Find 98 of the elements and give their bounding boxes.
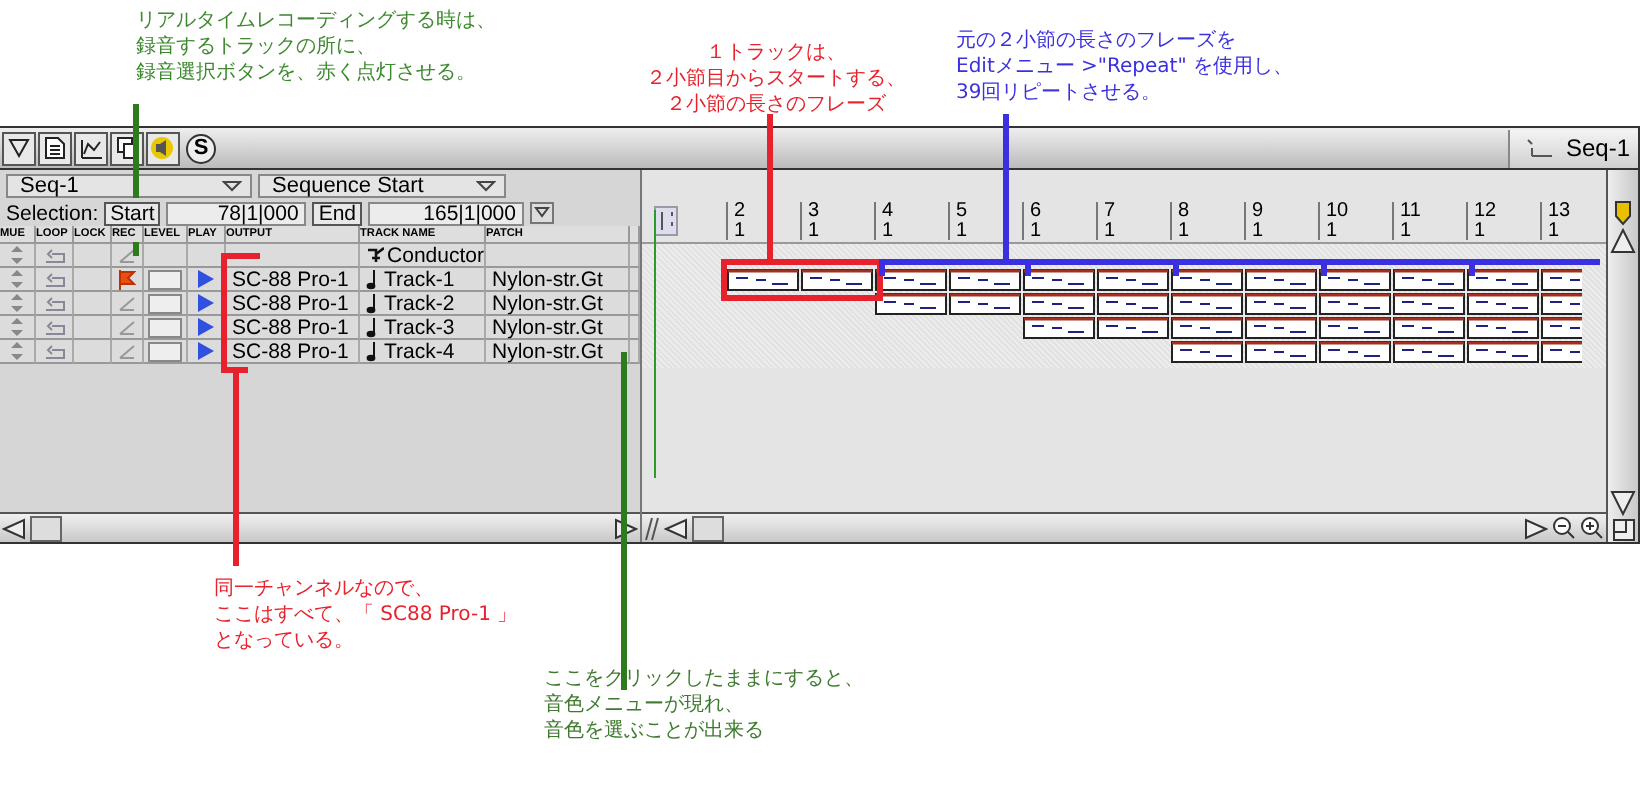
mute-toggle-icon[interactable] [10, 342, 24, 360]
annotation-text: 元の２小節の長さのフレーズを [956, 28, 1238, 54]
mute-toggle-icon[interactable] [10, 318, 24, 336]
record-toggle-icon[interactable] [118, 342, 136, 360]
track-name[interactable]: Track-1 [384, 267, 455, 291]
right-arrow-icon[interactable] [614, 517, 638, 539]
loop-icon[interactable] [43, 343, 65, 359]
dropdown-icon[interactable] [530, 202, 554, 225]
menu-value: Sequence Start [272, 174, 424, 199]
output-name[interactable]: SC-88 Pro-1 [232, 315, 349, 339]
output-name[interactable]: SC-88 Pro-1 [232, 291, 349, 315]
measure-label: 12 1 [1466, 202, 1497, 240]
measure-label: 9 1 [1244, 202, 1264, 240]
record-toggle-icon[interactable] [118, 246, 136, 264]
loop-icon[interactable] [43, 271, 65, 287]
start-button[interactable]: Start [104, 201, 161, 226]
measure-label: 4 1 [874, 202, 894, 240]
window-title: Seq-1 [1565, 134, 1630, 162]
patch-name[interactable]: Nylon-str.Gt [492, 339, 603, 363]
measure-label: 11 1 [1392, 202, 1421, 240]
measure-label: 5 1 [948, 202, 968, 240]
mute-toggle-icon[interactable] [10, 246, 24, 264]
horizontal-scrollbar[interactable] [642, 512, 1606, 542]
patch-name[interactable]: Nylon-str.Gt [492, 315, 603, 339]
dropdown-icon [476, 180, 496, 193]
record-flag-icon[interactable] [118, 269, 136, 289]
measure-label: 13 1 [1540, 202, 1571, 240]
menu-value: Seq-1 [20, 174, 79, 199]
measure-label: 3 1 [800, 202, 820, 240]
level-box[interactable] [148, 317, 182, 337]
annotation-text: １トラックは、 [704, 40, 848, 66]
up-arrow-icon[interactable] [1610, 228, 1636, 254]
note-icon [366, 341, 380, 361]
output-name[interactable]: SC-88 Pro-1 [232, 267, 349, 291]
annotation-text: Editメニュー >"Repeat" を使用し、 [956, 54, 1296, 80]
annotation-text: 同一チャンネルなので、 [214, 576, 436, 602]
level-box[interactable] [148, 269, 182, 289]
annotation-text: リアルタイムレコーディングする時は、 [136, 8, 498, 34]
annotation-text: ここをクリックしたままにすると、 [544, 666, 866, 692]
track-name[interactable]: Track-3 [384, 315, 455, 339]
annotation-text: ２小節の長さのフレーズ [664, 92, 888, 118]
document-icon[interactable] [38, 131, 72, 165]
start-field[interactable]: 78|1|000 [166, 201, 307, 226]
zoom-out-icon[interactable] [1552, 516, 1576, 540]
mute-toggle-icon[interactable] [10, 270, 24, 288]
output-name[interactable]: SC-88 Pro-1 [232, 339, 349, 363]
note-icon [366, 293, 380, 313]
track-name[interactable]: Track-4 [384, 339, 455, 363]
left-arrow-icon[interactable] [2, 517, 26, 539]
patch-name[interactable]: Nylon-str.Gt [492, 291, 603, 315]
window-tab[interactable]: Seq-1 [1507, 129, 1638, 167]
loop-icon[interactable] [43, 295, 65, 311]
loop-icon[interactable] [43, 247, 65, 263]
horizontal-scrollbar[interactable] [0, 512, 640, 542]
annotation-text: ２小節目からスタートする、 [644, 66, 908, 92]
end-button[interactable]: End [312, 201, 362, 226]
measure-label: 2 1 [726, 202, 746, 240]
locator-marker-icon[interactable] [654, 206, 678, 236]
level-box[interactable] [148, 293, 182, 313]
selection-label: Selection: [6, 201, 99, 226]
vertical-scrollbar[interactable] [1606, 170, 1638, 542]
annotation-text: 録音するトラックの所に、 [136, 34, 378, 60]
down-arrow-icon[interactable] [1610, 490, 1636, 516]
annotation-text: 音色を選ぶことが出来る [544, 718, 766, 744]
note-icon [366, 269, 380, 289]
measure-label: 10 1 [1318, 202, 1349, 240]
loop-icon[interactable] [43, 319, 65, 335]
sequence-menu[interactable]: Seq-1 [6, 174, 252, 199]
level-box[interactable] [148, 341, 182, 361]
split-handle-icon[interactable] [644, 515, 660, 541]
measure-label: 7 1 [1096, 202, 1116, 240]
annotation-text: となっている。 [214, 628, 356, 654]
note-icon [366, 317, 380, 337]
record-toggle-icon[interactable] [118, 318, 136, 336]
dropdown-icon [222, 180, 242, 193]
track-name[interactable]: Conductor [387, 243, 484, 267]
annotation-text: 音色メニューが現れ、 [544, 692, 746, 718]
mute-toggle-icon[interactable] [10, 294, 24, 312]
end-field[interactable]: 165|1|000 [368, 201, 524, 226]
scroll-thumb[interactable] [692, 515, 724, 541]
measure-label: 8 1 [1170, 202, 1190, 240]
speaker-icon[interactable] [146, 131, 180, 165]
patch-name[interactable]: Nylon-str.Gt [492, 267, 603, 291]
graph-icon[interactable] [74, 131, 108, 165]
conductor-icon [366, 246, 384, 264]
annotation-text: 録音選択ボタンを、赤く点灯させる。 [136, 60, 478, 86]
start-menu[interactable]: Sequence Start [258, 174, 506, 199]
annotation-text: 39回リピートさせる。 [956, 80, 1164, 106]
annotation-text: ここはすべて、「 SC88 Pro-1 」 [214, 602, 520, 628]
solo-button[interactable]: S [186, 133, 216, 163]
scroll-thumb[interactable] [30, 515, 62, 541]
measure-label: 6 1 [1022, 202, 1042, 240]
record-toggle-icon[interactable] [118, 294, 136, 312]
marker-icon[interactable] [1612, 200, 1634, 226]
left-arrow-icon[interactable] [664, 517, 688, 539]
right-arrow-icon[interactable] [1524, 517, 1548, 539]
track-name[interactable]: Track-2 [384, 291, 455, 315]
zoom-in-icon[interactable] [1580, 516, 1604, 540]
